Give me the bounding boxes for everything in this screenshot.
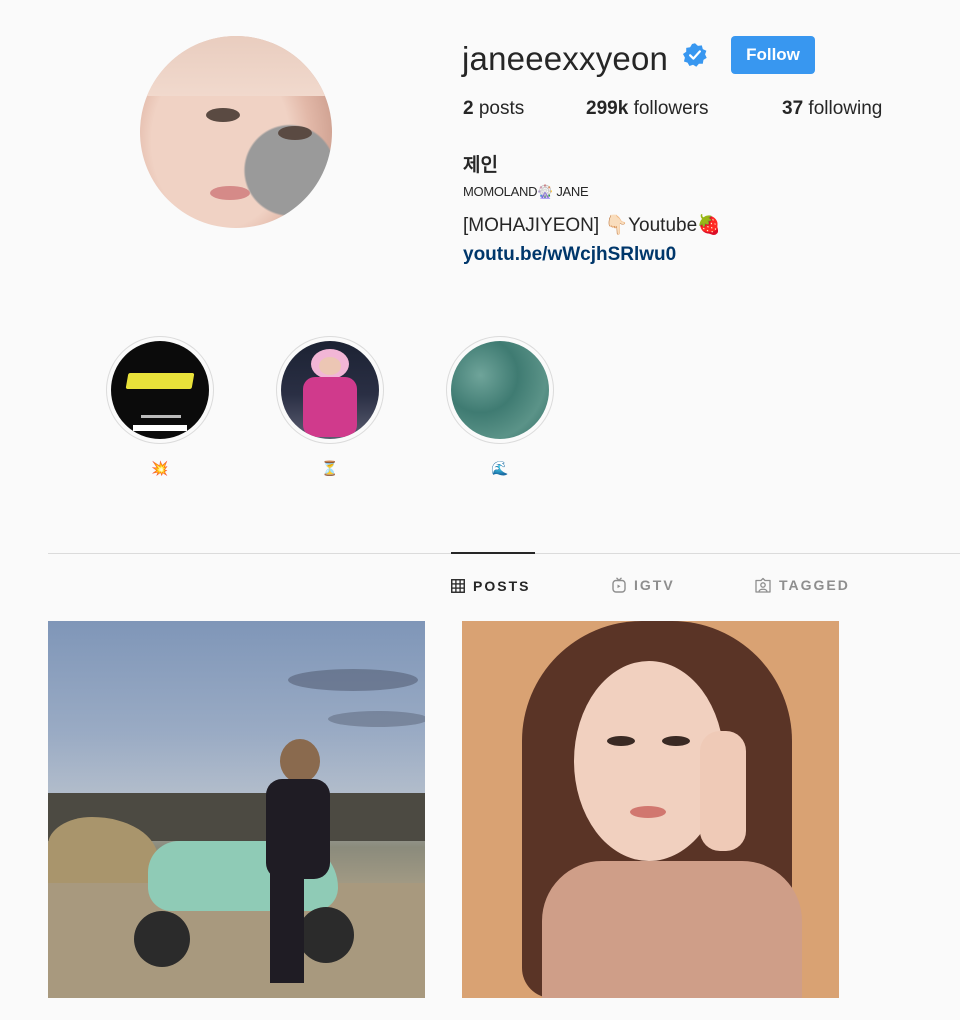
- following-count: 37: [782, 98, 804, 119]
- post-1-scooter-wheel: [298, 907, 354, 963]
- tab-posts-label: POSTS: [473, 578, 531, 594]
- post-1-cloud: [288, 669, 418, 691]
- posts-count: 2: [463, 98, 474, 119]
- tab-igtv-label: IGTV: [634, 577, 675, 593]
- highlight-2-cover: [281, 341, 379, 439]
- highlight-3[interactable]: [446, 336, 554, 444]
- active-tab-indicator: [451, 552, 535, 554]
- highlight-1-cover: [111, 341, 209, 439]
- highlight-1-label: 💥: [151, 460, 169, 476]
- tagged-icon: [755, 577, 771, 593]
- post-2-eye-right: [662, 736, 690, 746]
- following-stat[interactable]: 37 following: [782, 98, 882, 120]
- tab-posts[interactable]: POSTS: [451, 578, 530, 594]
- avatar-eye-left: [206, 108, 240, 122]
- post-thumbnail-2[interactable]: [462, 621, 839, 998]
- avatar-lips: [210, 186, 250, 200]
- follow-button[interactable]: Follow: [731, 36, 815, 74]
- bio-line-1: MOMOLAND🎡 JANE: [463, 184, 589, 199]
- followers-count: 299k: [586, 98, 629, 119]
- tab-tagged-label: TAGGED: [779, 577, 850, 593]
- bio-line-2: [MOHAJIYEON] 👇🏻Youtube🍓: [463, 215, 721, 236]
- highlight-3-cover: [451, 341, 549, 439]
- posts-label: posts: [478, 98, 525, 119]
- followers-stat[interactable]: 299k followers: [586, 98, 709, 120]
- highlight-3-label: 🌊: [491, 460, 509, 476]
- verified-badge-icon: [682, 43, 707, 67]
- grid-icon: [451, 579, 465, 593]
- post-2-blouse: [542, 861, 802, 998]
- posts-count-stat: 2 posts: [463, 98, 524, 120]
- post-2-eye-left: [607, 736, 635, 746]
- tab-igtv[interactable]: IGTV: [612, 577, 675, 593]
- post-1-person-legs: [270, 871, 304, 983]
- highlight-2-label: ⏳: [321, 460, 339, 476]
- post-1-cloud: [328, 711, 425, 727]
- post-2-lips: [630, 806, 666, 818]
- igtv-icon: [612, 577, 626, 593]
- profile-full-name: 제인: [463, 155, 498, 176]
- bio-link[interactable]: youtu.be/wWcjhSRlwu0: [463, 244, 676, 266]
- highlight-1[interactable]: [106, 336, 214, 444]
- post-1-scooter-wheel: [134, 911, 190, 967]
- tab-tagged[interactable]: TAGGED: [755, 577, 850, 593]
- post-thumbnail-1[interactable]: [48, 621, 425, 998]
- following-label: following: [808, 98, 883, 119]
- avatar-eye-right: [278, 126, 312, 140]
- post-1-person-coat: [266, 779, 330, 879]
- followers-label: followers: [633, 98, 709, 119]
- avatar-hair: [140, 36, 332, 96]
- post-2-hand: [700, 731, 746, 851]
- profile-avatar[interactable]: [140, 36, 332, 228]
- profile-username: janeeexxyeon: [462, 40, 669, 77]
- post-1-person-head: [280, 739, 320, 783]
- highlight-2[interactable]: [276, 336, 384, 444]
